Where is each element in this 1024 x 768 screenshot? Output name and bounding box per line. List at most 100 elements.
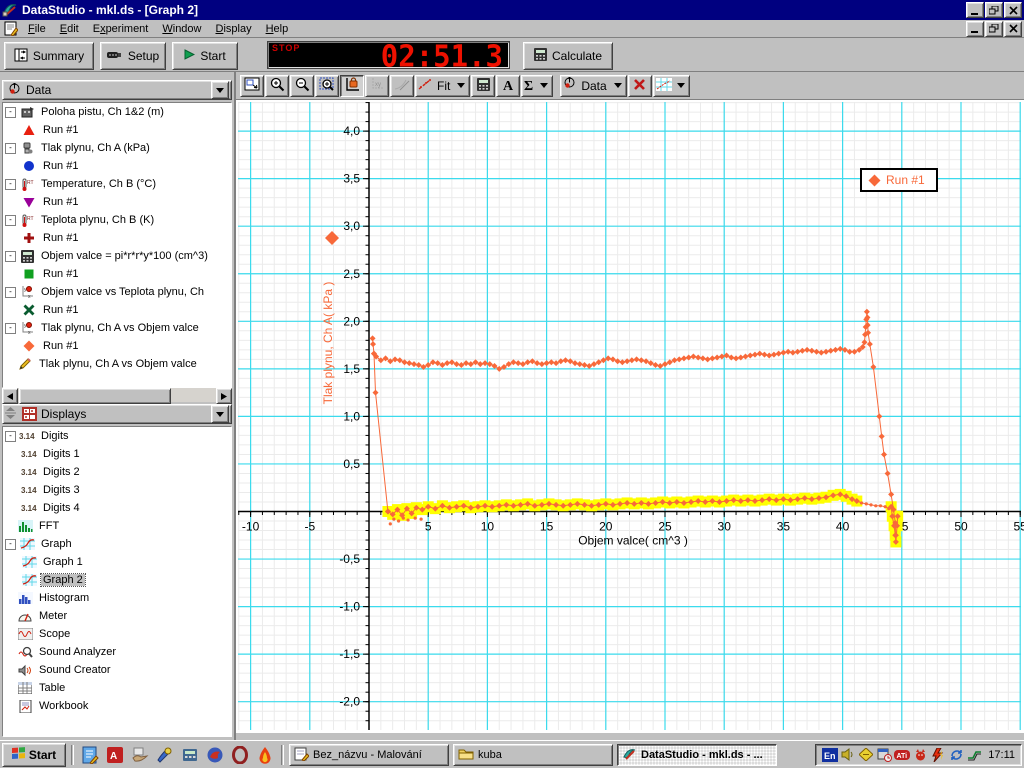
child-close-button[interactable]: [1004, 21, 1022, 37]
zoom-select-button[interactable]: [315, 75, 339, 97]
display-item-digits-4[interactable]: 3.14Digits 4: [3, 499, 231, 517]
dragon-icon[interactable]: [204, 744, 226, 766]
menu-file[interactable]: File: [21, 22, 53, 36]
collapse-toggle[interactable]: -: [5, 251, 16, 262]
display-item-graph-1[interactable]: Graph 1: [3, 553, 231, 571]
start-menu-button[interactable]: Start: [2, 743, 66, 767]
tree-item[interactable]: -RTDTeplota plynu, Ch B (K): [3, 211, 231, 229]
zoom-in-button[interactable]: [265, 75, 289, 97]
graph-legend[interactable]: Run #1: [860, 168, 938, 192]
tree-item[interactable]: Histogram: [3, 589, 231, 607]
task-button-datastudio-mkl-ds-[interactable]: DataStudio - mkl.ds - ...: [617, 744, 777, 766]
displays-dropdown-button[interactable]: [211, 405, 229, 423]
menu-experiment[interactable]: Experiment: [86, 22, 156, 36]
tree-item[interactable]: Table: [3, 679, 231, 697]
menu-window[interactable]: Window: [155, 22, 208, 36]
data-menu-button[interactable]: Data: [560, 75, 626, 97]
displays-panel-header[interactable]: Displays: [2, 404, 232, 424]
data-run-item[interactable]: Run #1: [3, 265, 231, 283]
display-item-graph-2[interactable]: Graph 2: [3, 571, 231, 589]
child-restore-button[interactable]: [985, 21, 1003, 37]
text-note-button[interactable]: A: [496, 75, 520, 97]
tree-item[interactable]: -yxObjem valce vs Teplota plynu, Ch: [3, 283, 231, 301]
menu-edit[interactable]: Edit: [53, 22, 86, 36]
calculator-qc-icon[interactable]: [179, 744, 201, 766]
child-minimize-button[interactable]: [966, 21, 984, 37]
tree-item[interactable]: FFT: [3, 517, 231, 535]
graph-plot[interactable]: -10-55101520253035404550554,03,53,02,52,…: [236, 100, 1024, 732]
splitter-icon[interactable]: [5, 407, 16, 422]
dropdown-arrow-icon[interactable]: [457, 83, 465, 88]
data-panel-header[interactable]: Data: [2, 80, 232, 100]
calculate-button[interactable]: Calculate: [523, 42, 613, 70]
flame-icon[interactable]: [254, 744, 276, 766]
summary-button[interactable]: Summary: [4, 42, 94, 70]
data-run-item[interactable]: Run #1: [3, 121, 231, 139]
tree-item[interactable]: Tlak plynu, Ch A vs Objem valce: [3, 355, 231, 373]
hand-files-icon[interactable]: [129, 744, 151, 766]
collapse-toggle[interactable]: -: [5, 323, 16, 334]
close-button[interactable]: [1004, 2, 1022, 18]
refresh-arrows-icon[interactable]: [948, 747, 964, 763]
daemon-icon[interactable]: [912, 747, 928, 763]
minimize-button[interactable]: [966, 2, 984, 18]
collapse-toggle[interactable]: -: [5, 431, 16, 442]
collapse-toggle[interactable]: -: [5, 215, 16, 226]
display-item-digits-2[interactable]: 3.14Digits 2: [3, 463, 231, 481]
scale-to-fit-button[interactable]: [240, 75, 264, 97]
menu-display[interactable]: Display: [209, 22, 259, 36]
task-button-kuba[interactable]: kuba: [453, 744, 613, 766]
task-button-bez-n-zvu-malov-n-[interactable]: Bez_názvu - Malování: [289, 744, 449, 766]
menu-help[interactable]: Help: [259, 22, 296, 36]
slope-tool-button[interactable]: [390, 75, 414, 97]
tree-item[interactable]: Sound Analyzer: [3, 643, 231, 661]
document-icon[interactable]: [3, 22, 19, 36]
tree-item[interactable]: -Poloha pistu, Ch 1&2 (m): [3, 103, 231, 121]
en-keyboard-icon[interactable]: En: [822, 747, 838, 763]
data-run-item[interactable]: Run #1: [3, 229, 231, 247]
remove-button[interactable]: [628, 75, 652, 97]
scheduler-icon[interactable]: [876, 747, 892, 763]
notepad-icon[interactable]: [79, 744, 101, 766]
zoom-out-button[interactable]: [290, 75, 314, 97]
scroll-right-button[interactable]: [216, 388, 232, 404]
scroll-left-button[interactable]: [2, 388, 18, 404]
setup-button[interactable]: Setup: [100, 42, 166, 70]
collapse-toggle[interactable]: -: [5, 143, 16, 154]
collapse-toggle[interactable]: -: [5, 107, 16, 118]
modem-icon[interactable]: [966, 747, 982, 763]
calculate-button-small[interactable]: [471, 75, 495, 97]
fit-menu-button[interactable]: Fit: [415, 75, 470, 97]
scroll-thumb[interactable]: [19, 388, 171, 404]
tree-item[interactable]: Sound Creator: [3, 661, 231, 679]
collapse-toggle[interactable]: -: [5, 179, 16, 190]
data-panel-scrollbar[interactable]: [2, 388, 232, 402]
graph-settings-button[interactable]: [653, 75, 690, 97]
opera-icon[interactable]: [229, 744, 251, 766]
data-run-item[interactable]: Run #1: [3, 193, 231, 211]
tree-item[interactable]: -yxTlak plynu, Ch A vs Objem valce: [3, 319, 231, 337]
tree-item[interactable]: -Graph: [3, 535, 231, 553]
restore-button[interactable]: [985, 2, 1003, 18]
tree-item[interactable]: -3.14Digits: [3, 427, 231, 445]
data-run-item[interactable]: Run #1: [3, 337, 231, 355]
start-button[interactable]: Start: [172, 42, 238, 70]
acrobat-icon[interactable]: A: [104, 744, 126, 766]
data-dropdown-button[interactable]: [211, 81, 229, 99]
display-item-digits-1[interactable]: 3.14Digits 1: [3, 445, 231, 463]
tree-item[interactable]: Workbook: [3, 697, 231, 715]
smart-tool-button[interactable]: [340, 75, 364, 97]
data-run-item[interactable]: Run #1: [3, 157, 231, 175]
tree-item[interactable]: -Objem valce = pi*r*r*y*100 (cm^3): [3, 247, 231, 265]
tree-item[interactable]: -Tlak plynu, Ch A (kPa): [3, 139, 231, 157]
lightning-icon[interactable]: [930, 747, 946, 763]
collapse-toggle[interactable]: -: [5, 539, 16, 550]
display-item-digits-3[interactable]: 3.14Digits 3: [3, 481, 231, 499]
show-coordinates-button[interactable]: xy: [365, 75, 389, 97]
collapse-toggle[interactable]: -: [5, 287, 16, 298]
tree-item[interactable]: Scope: [3, 625, 231, 643]
paint-brush-icon[interactable]: [154, 744, 176, 766]
dropdown-arrow-icon[interactable]: [540, 83, 548, 88]
dropdown-arrow-icon[interactable]: [677, 83, 685, 88]
volume-icon[interactable]: [840, 747, 856, 763]
